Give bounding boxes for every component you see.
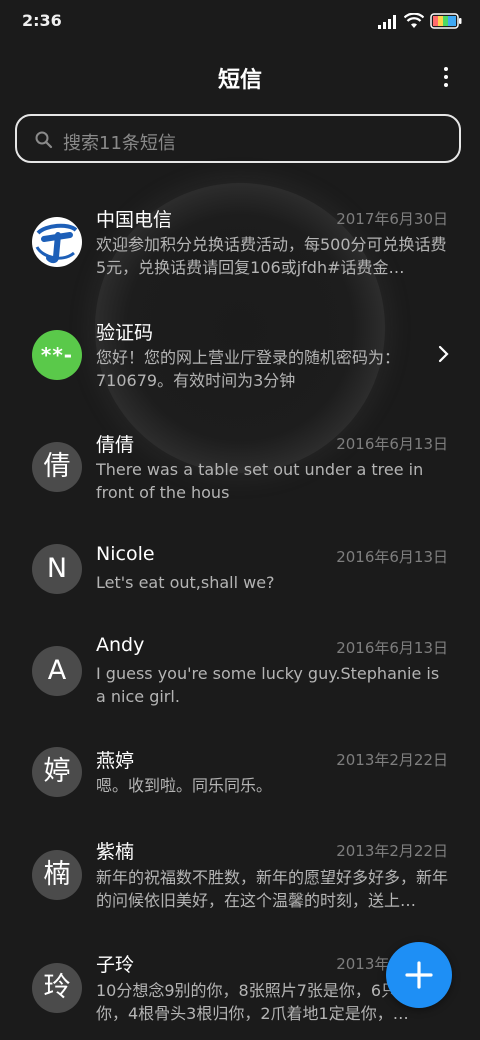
contact-name: 子玲 [96,954,135,976]
wifi-icon [404,13,424,28]
list-item[interactable]: 婷 燕婷 2013年2月22日 嗯。收到啦。同乐同乐。 [0,741,480,831]
contact-name: Nicole [96,543,155,565]
avatar: **- [32,330,82,380]
avatar: 楠 [32,850,82,900]
contact-name: 燕婷 [96,750,135,772]
message-date: 2016年6月13日 [336,548,448,566]
avatar: 玲 [32,963,82,1013]
search-icon [35,131,53,149]
contact-name: 中国电信 [96,209,173,231]
message-date: 2016年6月13日 [336,639,448,657]
avatar: 婷 [32,747,82,797]
message-date: 2013年2月22日 [336,842,448,860]
signal-icon [378,15,396,29]
message-date: 2013年2月22日 [336,751,448,769]
contact-name: Andy [96,634,145,656]
avatar: A [32,646,82,696]
search-placeholder: 搜索11条短信 [63,133,176,154]
list-item[interactable]: N Nicole 2016年6月13日 Let's eat out,shall … [0,538,480,628]
message-preview: 您好！您的网上营业厅登录的随机密码为：710679。有效时间为3分钟 [96,348,401,390]
more-options-icon[interactable] [442,67,450,89]
status-time: 2:36 [22,11,62,30]
compose-button[interactable] [386,942,452,1008]
message-preview: 嗯。收到啦。同乐同乐。 [96,776,273,795]
plus-icon [405,961,433,989]
status-bar: 2:36 [0,0,480,44]
list-item[interactable]: **- 验证码 您好！您的网上营业厅登录的随机密码为：710679。有效时间为3… [0,313,480,413]
message-date: 2017年6月30日 [336,210,448,228]
chevron-right-icon[interactable] [438,345,450,363]
contact-name: 验证码 [96,322,154,344]
avatar: 倩 [32,442,82,492]
avatar-text: **- [40,343,74,367]
message-preview: There was a table set out under a tree i… [96,460,424,502]
message-preview: 欢迎参加积分兑换话费活动，每500分可兑换话费5元，兑换话费请回复106或jfd… [96,235,447,277]
telecom-logo-avatar [32,217,82,267]
list-item[interactable]: 中国电信 2017年6月30日 欢迎参加积分兑换话费活动，每500分可兑换话费5… [0,200,480,300]
avatar: N [32,544,82,594]
message-preview: Let's eat out,shall we? [96,573,275,592]
message-preview: 新年的祝福数不胜数，新年的愿望好多好多，新年的问候依旧美好，在这个温馨的时刻，送… [96,868,448,910]
message-date: 2016年6月13日 [336,435,448,453]
page-title: 短信 [217,68,262,93]
telecom-logo-icon [35,223,78,264]
list-item[interactable]: A Andy 2016年6月13日 I guess you're some lu… [0,629,480,729]
contact-name: 紫楠 [96,841,135,863]
message-preview: I guess you're some lucky guy.Stephanie … [96,664,440,706]
search-input[interactable]: 搜索11条短信 [15,114,461,163]
contact-name: 倩倩 [96,434,135,456]
list-item[interactable]: 倩 倩倩 2016年6月13日 There was a table set ou… [0,425,480,525]
list-item[interactable]: 楠 紫楠 2013年2月22日 新年的祝福数不胜数，新年的愿望好多好多，新年的问… [0,834,480,934]
battery-icon [430,13,462,29]
